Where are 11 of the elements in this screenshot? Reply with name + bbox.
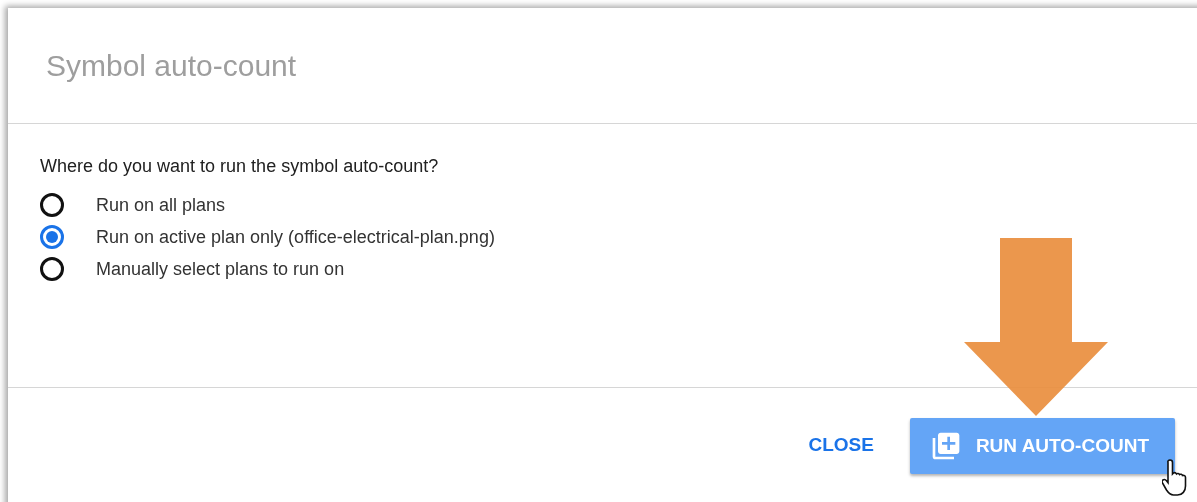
option-label: Run on all plans (96, 194, 226, 216)
radio-button[interactable] (40, 193, 64, 217)
radio-button[interactable] (40, 257, 64, 281)
dialog-title: Symbol auto-count (46, 48, 297, 83)
run-button[interactable]: RUN AUTO-COUNT (909, 418, 1175, 474)
question-text: Where do you want to run the symbol auto-count? (40, 156, 439, 177)
option-label: Manually select plans to run on (96, 258, 345, 280)
radio-button[interactable] (40, 225, 64, 249)
down-arrow-icon (964, 238, 1108, 416)
close-button[interactable]: CLOSE (808, 418, 874, 472)
option-label: Run on active plan only (office-electrical-plan.png) (96, 226, 495, 248)
